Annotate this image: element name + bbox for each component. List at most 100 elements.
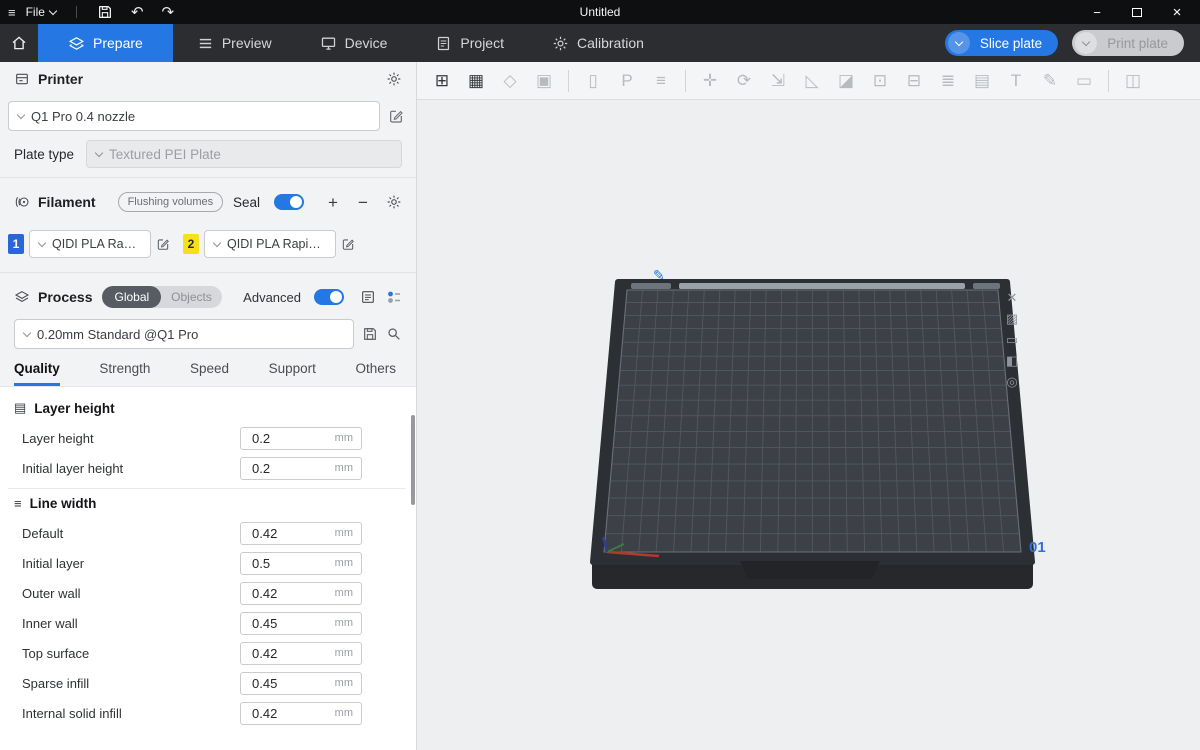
lock-plate-icon[interactable]: ◧ xyxy=(1002,351,1022,371)
remove-filament-button[interactable]: − xyxy=(352,194,374,211)
print-plate-button[interactable]: Print plate xyxy=(1099,36,1184,51)
plate-settings-icon[interactable]: ≡ xyxy=(646,68,676,94)
plate-title-icon[interactable]: ▭ xyxy=(1002,330,1022,350)
plate-name-icon[interactable]: P xyxy=(612,68,642,94)
process-tab-speed[interactable]: Speed xyxy=(190,361,229,386)
file-menu-label: File xyxy=(26,5,45,19)
edit-filament-1-icon[interactable] xyxy=(156,237,170,251)
redo-icon[interactable]: ↷ xyxy=(162,5,175,20)
save-file-icon[interactable] xyxy=(97,4,113,20)
flushing-volumes-button[interactable]: Flushing volumes xyxy=(118,192,224,212)
home-button[interactable] xyxy=(0,24,38,62)
tab-prepare[interactable]: Prepare xyxy=(38,24,173,62)
slice-options-button[interactable] xyxy=(948,32,970,54)
add-filament-button[interactable]: + xyxy=(322,194,344,211)
color-paint-icon[interactable]: ✎ xyxy=(1035,68,1065,94)
process-tabs: Quality Strength Speed Support Others xyxy=(0,354,416,386)
seal-toggle[interactable] xyxy=(274,194,304,210)
move-icon[interactable]: ✛ xyxy=(695,68,725,94)
param-input-box[interactable]: mm xyxy=(240,642,362,665)
advanced-toggle[interactable] xyxy=(314,289,344,305)
compare-presets-icon[interactable] xyxy=(386,289,402,305)
sidebar-scrollbar[interactable] xyxy=(411,415,415,505)
flatten-icon[interactable]: ◺ xyxy=(797,68,827,94)
filament-2-select[interactable]: QIDI PLA Rapido M... xyxy=(204,230,336,258)
process-tab-strength[interactable]: Strength xyxy=(99,361,150,386)
app-menu-icon[interactable]: ≡ xyxy=(8,6,16,19)
tab-device[interactable]: Device xyxy=(296,24,412,62)
minimize-button[interactable]: − xyxy=(1090,5,1104,19)
tab-calibration[interactable]: Calibration xyxy=(528,24,668,62)
printer-preset-select[interactable]: Q1 Pro 0.4 nozzle xyxy=(8,101,380,131)
param-input-box[interactable]: mm xyxy=(240,457,362,480)
auto-orient-icon[interactable]: ◇ xyxy=(495,68,525,94)
split-objects-icon[interactable]: ⊡ xyxy=(865,68,895,94)
file-menu[interactable]: File xyxy=(26,5,56,19)
cut-icon[interactable]: ◪ xyxy=(831,68,861,94)
process-tab-others[interactable]: Others xyxy=(355,361,396,386)
chevron-down-icon xyxy=(95,148,103,156)
undo-icon[interactable]: ↶ xyxy=(131,5,144,20)
param-value-input[interactable] xyxy=(241,431,315,446)
param-value-input[interactable] xyxy=(241,646,315,661)
scope-objects-button[interactable]: Objects xyxy=(161,290,222,304)
param-input-box[interactable]: mm xyxy=(240,672,362,695)
filament-1-select[interactable]: QIDI PLA Rapido xyxy=(29,230,151,258)
tab-project[interactable]: Project xyxy=(411,24,528,62)
add-plate-icon[interactable]: ▦ xyxy=(461,68,491,94)
printer-settings-gear-icon[interactable] xyxy=(386,71,402,87)
split-parts-icon[interactable]: ⊟ xyxy=(899,68,929,94)
scale-icon[interactable]: ⇲ xyxy=(763,68,793,94)
plate-lock-icon[interactable]: ▯ xyxy=(578,68,608,94)
tab-preview[interactable]: Preview xyxy=(173,24,296,62)
rotate-icon[interactable]: ⟳ xyxy=(729,68,759,94)
slice-plate-button[interactable]: Slice plate xyxy=(972,36,1058,51)
plate-type-select[interactable]: Textured PEI Plate xyxy=(86,140,402,168)
param-value-input[interactable] xyxy=(241,676,315,691)
support-paint-icon[interactable]: ▤ xyxy=(967,68,997,94)
search-settings-icon[interactable] xyxy=(386,326,402,342)
assembly-view-icon[interactable]: ◫ xyxy=(1118,68,1148,94)
section-title: Line width xyxy=(30,496,97,511)
process-preset-select[interactable]: 0.20mm Standard @Q1 Pro xyxy=(14,319,354,349)
save-preset-icon[interactable] xyxy=(362,326,378,342)
plate-edit-icon[interactable]: ✎ xyxy=(653,267,665,283)
param-value-input[interactable] xyxy=(241,586,315,601)
layers-icon[interactable]: ≣ xyxy=(933,68,963,94)
process-scope-switch: Global Objects xyxy=(102,286,221,308)
param-value-input[interactable] xyxy=(241,526,315,541)
param-value-input[interactable] xyxy=(241,706,315,721)
param-value-input[interactable] xyxy=(241,616,315,631)
plate-number[interactable]: 01 xyxy=(1029,539,1046,556)
plate-gear-icon[interactable]: ◎ xyxy=(1002,372,1022,392)
process-tab-quality[interactable]: Quality xyxy=(14,361,60,386)
preset-list-icon[interactable] xyxy=(360,289,376,305)
param-input-box[interactable]: mm xyxy=(240,582,362,605)
param-value-input[interactable] xyxy=(241,461,315,476)
arrange-icon[interactable]: ▣ xyxy=(529,68,559,94)
param-input-box[interactable]: mm xyxy=(240,612,362,635)
param-input-box[interactable]: mm xyxy=(240,552,362,575)
add-object-icon[interactable]: ⊞ xyxy=(427,68,457,94)
printer-section-header: Printer xyxy=(0,62,416,96)
param-input-box[interactable]: mm xyxy=(240,522,362,545)
print-options-button[interactable] xyxy=(1075,32,1097,54)
edit-filament-2-icon[interactable] xyxy=(341,237,355,251)
scene-3d[interactable]: ✎ 01 xyxy=(417,100,1200,712)
scope-global-button[interactable]: Global xyxy=(102,286,161,308)
process-tab-support[interactable]: Support xyxy=(269,361,316,386)
param-input-box[interactable]: mm xyxy=(240,427,362,450)
process-icon xyxy=(14,289,30,305)
param-input-box[interactable]: mm xyxy=(240,702,362,725)
param-value-input[interactable] xyxy=(241,556,315,571)
viewport-3d[interactable]: ⊞▦◇▣▯P≡✛⟳⇲◺◪⊡⊟≣▤T✎▭◫ ✎ xyxy=(417,62,1200,750)
close-button[interactable]: × xyxy=(1170,5,1184,19)
text-tool-icon[interactable]: T xyxy=(1001,68,1031,94)
orient-plate-icon[interactable]: ▨ xyxy=(1002,309,1022,329)
maximize-button[interactable] xyxy=(1130,5,1144,19)
filament-settings-gear-icon[interactable] xyxy=(386,194,402,210)
param-row: Sparse infillmm xyxy=(8,668,416,698)
edit-printer-icon[interactable] xyxy=(388,108,404,124)
measure-icon[interactable]: ▭ xyxy=(1069,68,1099,94)
delete-plate-icon[interactable]: ✕ xyxy=(1002,288,1022,308)
